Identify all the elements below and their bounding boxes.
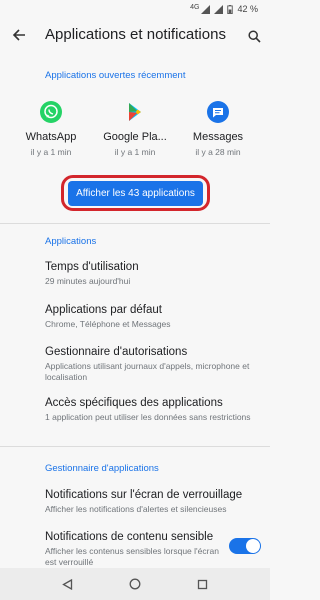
divider bbox=[0, 223, 270, 224]
item-subtitle: 1 application peut utiliser les données … bbox=[45, 412, 263, 423]
app-name: Messages bbox=[178, 131, 258, 143]
app-last-used: il y a 1 min bbox=[95, 147, 175, 157]
item-title: Accès spécifiques des applications bbox=[45, 396, 263, 410]
item-title: Notifications sur l'écran de verrouillag… bbox=[45, 488, 263, 502]
page-title: Applications et notifications bbox=[45, 26, 226, 43]
recent-app-messages[interactable]: Messages il y a 28 min bbox=[178, 97, 258, 157]
sensitive-notifications-item[interactable]: Notifications de contenu sensible Affich… bbox=[45, 530, 220, 568]
item-subtitle: Chrome, Téléphone et Messages bbox=[45, 319, 263, 330]
triangle-back-icon bbox=[62, 579, 73, 590]
back-arrow-icon bbox=[12, 28, 26, 42]
circle-home-icon bbox=[129, 578, 141, 590]
permission-manager-item[interactable]: Gestionnaire d'autorisations Application… bbox=[45, 345, 263, 383]
app-last-used: il y a 28 min bbox=[178, 147, 258, 157]
recent-app-google-play[interactable]: Google Pla... il y a 1 min bbox=[95, 97, 175, 157]
special-app-access-item[interactable]: Accès spécifiques des applications 1 app… bbox=[45, 396, 263, 423]
app-name: WhatsApp bbox=[11, 131, 91, 143]
item-subtitle: 29 minutes aujourd'hui bbox=[45, 276, 263, 287]
battery-level: 42 % bbox=[237, 4, 258, 14]
sensitive-content-toggle[interactable] bbox=[229, 538, 261, 554]
app-manager-section-label: Gestionnaire d'applications bbox=[45, 463, 159, 474]
item-title: Gestionnaire d'autorisations bbox=[45, 345, 263, 359]
app-last-used: il y a 1 min bbox=[11, 147, 91, 157]
network-type: 4G bbox=[190, 4, 199, 11]
show-all-highlight: Afficher les 43 applications bbox=[61, 175, 210, 211]
messages-icon bbox=[206, 100, 230, 124]
signal-icon bbox=[201, 5, 210, 14]
recent-app-whatsapp[interactable]: WhatsApp il y a 1 min bbox=[11, 97, 91, 157]
toggle-knob bbox=[246, 539, 260, 553]
google-play-icon bbox=[123, 100, 147, 124]
item-subtitle: Applications utilisant journaux d'appels… bbox=[45, 361, 263, 383]
battery-icon bbox=[227, 5, 233, 14]
default-apps-item[interactable]: Applications par défaut Chrome, Téléphon… bbox=[45, 303, 263, 330]
item-title: Temps d'utilisation bbox=[45, 260, 263, 274]
navigation-bar bbox=[0, 568, 270, 600]
app-bar: Applications et notifications bbox=[0, 18, 270, 54]
recent-section-label: Applications ouvertes récemment bbox=[45, 70, 185, 81]
item-title: Notifications de contenu sensible bbox=[45, 530, 220, 544]
nav-home-button[interactable] bbox=[128, 577, 142, 591]
lockscreen-notifications-item[interactable]: Notifications sur l'écran de verrouillag… bbox=[45, 488, 263, 515]
item-subtitle: Afficher les notifications d'alertes et … bbox=[45, 504, 263, 515]
show-all-apps-button[interactable]: Afficher les 43 applications bbox=[68, 181, 203, 206]
divider bbox=[0, 446, 270, 447]
signal-icon-2 bbox=[214, 5, 223, 14]
item-subtitle: Afficher les contenus sensibles lorsque … bbox=[45, 546, 220, 568]
recent-apps: WhatsApp il y a 1 min Google Pla... il y… bbox=[0, 97, 270, 167]
search-button[interactable] bbox=[243, 25, 265, 47]
status-bar: 4G 42 % bbox=[0, 0, 270, 18]
item-title: Applications par défaut bbox=[45, 303, 263, 317]
nav-back-button[interactable] bbox=[60, 577, 74, 591]
app-name: Google Pla... bbox=[95, 131, 175, 143]
screen-time-item[interactable]: Temps d'utilisation 29 minutes aujourd'h… bbox=[45, 260, 263, 287]
square-recents-icon bbox=[197, 579, 208, 590]
applications-section-label: Applications bbox=[45, 236, 96, 247]
nav-recents-button[interactable] bbox=[195, 577, 209, 591]
search-icon bbox=[248, 30, 261, 43]
whatsapp-icon bbox=[39, 100, 63, 124]
back-button[interactable] bbox=[8, 24, 30, 46]
